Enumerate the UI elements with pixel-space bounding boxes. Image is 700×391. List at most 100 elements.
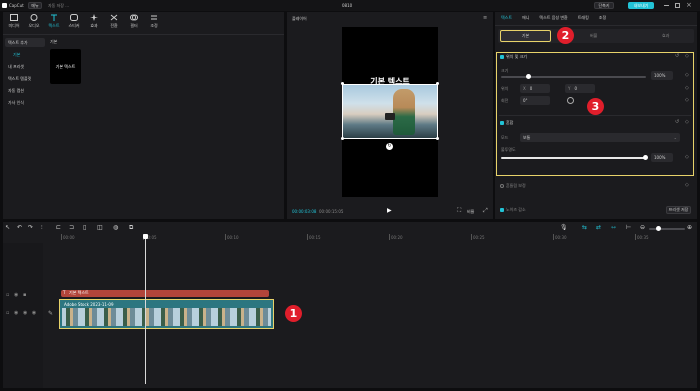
fit-icon[interactable]: ⊢	[626, 224, 631, 231]
opacity-slider[interactable]	[501, 157, 646, 159]
sidebar-item-my-presets[interactable]: 내 프리셋	[5, 62, 45, 71]
delete-icon[interactable]: ▯	[83, 224, 86, 231]
fullscreen-icon[interactable]: ⤢	[483, 207, 488, 215]
keyframe-icon[interactable]: ◇	[685, 53, 689, 59]
tab-effects[interactable]: 효과	[85, 14, 103, 29]
rotate-handle-icon[interactable]: ↻	[386, 143, 393, 150]
tab-inspector-adjust[interactable]: 조정	[599, 15, 606, 23]
fullscreen-fit-icon[interactable]: ⛶	[457, 207, 461, 215]
tab-inspector-tts[interactable]: 텍스트 음성 변환	[539, 15, 567, 23]
mic-icon[interactable]: 🎙	[560, 224, 568, 231]
playhead[interactable]	[143, 234, 148, 384]
redo-icon[interactable]: ↷	[28, 224, 33, 231]
subtab-bubble[interactable]: 버블	[590, 33, 597, 39]
scale-keyframe-icon[interactable]: ◇	[685, 72, 689, 78]
tab-inspector-animation[interactable]: 애니	[522, 15, 529, 23]
player-panel: 플레이어 ≡ 기본 텍스트 ↻ 00:00:03:08 00:00:15:05 …	[287, 12, 493, 219]
split-icon[interactable]: ⫶	[41, 224, 43, 232]
tab-inspector-tracking[interactable]: 트래킹	[578, 15, 589, 23]
tab-text[interactable]: 텍스트	[45, 14, 63, 29]
scale-value-field[interactable]: 100%	[651, 71, 673, 80]
rotate-field[interactable]: 0°	[520, 96, 550, 105]
blend-reset-icon[interactable]: ↺	[675, 119, 679, 125]
tab-sticker[interactable]: 스티커	[65, 14, 83, 29]
position-keyframe-icon[interactable]: ◇	[685, 85, 689, 91]
opacity-value-field[interactable]: 100%	[651, 153, 673, 162]
stabilize-keyframe-icon[interactable]: ◇	[685, 182, 689, 188]
video-clip[interactable]: Adobe Stock 2023-11-09	[59, 299, 274, 329]
export-button[interactable]: 내보내기	[628, 2, 654, 9]
text-track-lock-icon[interactable]: ▫	[6, 292, 9, 298]
reset-icon[interactable]: ↺	[675, 53, 679, 59]
zoom-slider[interactable]	[649, 228, 685, 230]
tab-media[interactable]: 미디어	[5, 14, 23, 29]
split-left-icon[interactable]: ⊏	[56, 224, 61, 231]
freeze-icon[interactable]: ◫	[97, 224, 103, 231]
corner-handle-br[interactable]	[436, 137, 439, 140]
tab-filters[interactable]: 필터	[125, 14, 143, 29]
canvas-video-frame[interactable]	[342, 84, 438, 139]
mode-select[interactable]: 보통 ⌄	[520, 133, 680, 142]
zoom-out-icon[interactable]: ⊖	[640, 224, 645, 231]
zoom-in-icon[interactable]: ⊕	[687, 224, 692, 231]
split-right-icon[interactable]: ⊐	[69, 224, 74, 231]
main-track-audio-icon[interactable]: ◉	[23, 310, 27, 316]
blend-keyframe-icon[interactable]: ◇	[685, 119, 689, 125]
mirror-icon[interactable]: ◍	[113, 224, 118, 231]
close-icon[interactable]: ×	[686, 1, 692, 9]
maximize-icon[interactable]	[675, 3, 680, 8]
corner-handle-bl[interactable]	[341, 137, 344, 140]
corner-handle-tl[interactable]	[341, 82, 344, 85]
menu-button[interactable]: 메뉴	[28, 2, 42, 9]
rotate-dial-icon[interactable]	[567, 97, 574, 104]
sidebar-item-lyrics[interactable]: 가사 인식	[5, 98, 45, 107]
corner-handle-tr[interactable]	[436, 82, 439, 85]
text-track-visibility-icon[interactable]: ◉	[14, 292, 18, 298]
text-track-audio-icon[interactable]: ▪	[23, 292, 26, 298]
subtab-basic[interactable]: 기본	[500, 30, 551, 42]
preview-axis-icon[interactable]: ⇿	[611, 224, 616, 231]
undo-icon[interactable]: ↶	[17, 224, 22, 231]
cover-edit-icon[interactable]: ✎	[48, 310, 53, 317]
crop-icon[interactable]: ⧉	[129, 224, 133, 232]
main-track-lock-icon[interactable]: ▫	[6, 310, 9, 316]
tab-inspector-text[interactable]: 텍스트	[501, 15, 512, 23]
minimize-icon[interactable]	[664, 5, 669, 6]
scale-slider-knob[interactable]	[526, 74, 531, 79]
subtab-effects[interactable]: 효과	[662, 33, 669, 39]
main-track-mute-icon[interactable]: ◉	[32, 310, 36, 316]
noise-toggle[interactable]	[500, 208, 504, 212]
blend-section-toggle[interactable]	[500, 121, 504, 125]
link-icon[interactable]: ⇆	[582, 224, 587, 231]
tab-adjust[interactable]: 조정	[145, 14, 163, 29]
sidebar-item-basic[interactable]: 기본	[5, 50, 45, 59]
snap-icon[interactable]: ⇄	[596, 224, 601, 231]
sidebar-item-add-text[interactable]: 텍스트 추가	[5, 38, 45, 47]
sidebar-item-auto-captions[interactable]: 자동 캡션	[5, 86, 45, 95]
scale-slider[interactable]	[501, 76, 646, 78]
pos-y-field[interactable]: Y0	[565, 84, 595, 93]
main-track-visibility-icon[interactable]: ◉	[14, 310, 18, 316]
play-icon[interactable]: ▶	[387, 207, 392, 214]
zoom-slider-knob[interactable]	[656, 226, 661, 231]
player-menu-icon[interactable]: ≡	[483, 15, 487, 21]
rotate-keyframe-icon[interactable]: ◇	[685, 97, 689, 103]
text-clip[interactable]: T 기본 텍스트	[61, 290, 269, 297]
tab-audio[interactable]: 오디오	[25, 14, 43, 29]
title-bar: CapCut 메뉴 자동 저장 ... 0810 단축키 내보내기 ×	[0, 0, 700, 11]
opacity-keyframe-icon[interactable]: ◇	[685, 154, 689, 160]
select-tool-icon[interactable]: ↖	[5, 224, 10, 231]
default-text-card[interactable]: 기본 텍스트	[50, 49, 81, 84]
save-preset-button[interactable]: 프리셋 저장	[666, 206, 691, 214]
pos-x-field[interactable]: X0	[520, 84, 550, 93]
time-ruler[interactable]: 00:00 00:05 00:10 00:15 00:20 00:25 00:3…	[61, 234, 697, 243]
opacity-slider-knob[interactable]	[643, 155, 648, 160]
shortcuts-button[interactable]: 단축키	[594, 2, 614, 9]
current-timecode: 00:00:03:08	[292, 209, 317, 214]
sidebar-item-text-templates[interactable]: 텍스트 템플릿	[5, 74, 45, 83]
ratio-button[interactable]: 비율	[467, 209, 474, 215]
stabilize-toggle[interactable]	[500, 184, 504, 188]
position-section-toggle[interactable]	[500, 55, 504, 59]
playhead-handle[interactable]	[143, 234, 148, 239]
tab-transitions[interactable]: 전환	[105, 14, 123, 29]
